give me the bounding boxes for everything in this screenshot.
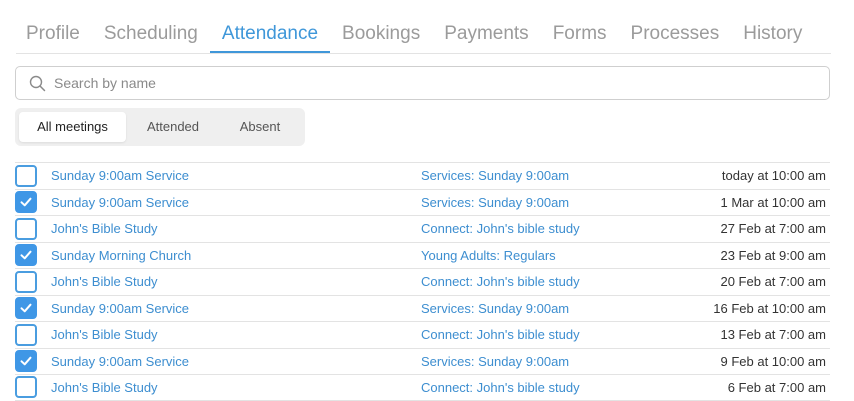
tab-scheduling[interactable]: Scheduling (92, 14, 210, 45)
attendance-checkbox[interactable] (15, 244, 37, 267)
checkmark-icon (20, 250, 32, 260)
search-icon (28, 74, 46, 92)
group-link[interactable]: Services: Sunday 9:00am (421, 195, 686, 210)
attendance-table: Sunday 9:00am Service Services: Sunday 9:… (15, 162, 830, 401)
checkmark-icon (20, 303, 32, 313)
attendance-checkbox[interactable] (15, 191, 37, 214)
group-link[interactable]: Connect: John's bible study (421, 380, 686, 395)
filter-all-meetings[interactable]: All meetings (19, 112, 126, 142)
attendance-filter: All meetings Attended Absent (15, 108, 305, 146)
group-link[interactable]: Services: Sunday 9:00am (421, 168, 686, 183)
group-link[interactable]: Services: Sunday 9:00am (421, 301, 686, 316)
table-row: Sunday 9:00am Service Services: Sunday 9:… (15, 162, 830, 189)
tab-processes[interactable]: Processes (619, 14, 732, 45)
table-row: John's Bible Study Connect: John's bible … (15, 321, 830, 348)
attendance-checkbox[interactable] (15, 164, 37, 187)
meeting-link[interactable]: Sunday 9:00am Service (51, 354, 421, 369)
meeting-link[interactable]: John's Bible Study (51, 327, 421, 342)
meeting-time: 9 Feb at 10:00 am (720, 353, 826, 369)
group-link[interactable]: Connect: John's bible study (421, 221, 686, 236)
attendance-checkbox[interactable] (15, 270, 37, 293)
tab-payments[interactable]: Payments (432, 14, 540, 45)
tab-bar: Profile Scheduling Attendance Bookings P… (16, 14, 831, 54)
tab-history[interactable]: History (731, 14, 814, 45)
attendance-checkbox[interactable] (15, 297, 37, 320)
meeting-link[interactable]: John's Bible Study (51, 380, 421, 395)
checkmark-icon (20, 356, 32, 366)
meeting-time: 23 Feb at 9:00 am (720, 247, 826, 263)
tab-profile[interactable]: Profile (16, 14, 92, 45)
meeting-time: 16 Feb at 10:00 am (713, 300, 826, 316)
meeting-link[interactable]: John's Bible Study (51, 221, 421, 236)
meeting-link[interactable]: Sunday 9:00am Service (51, 195, 421, 210)
meeting-link[interactable]: Sunday 9:00am Service (51, 301, 421, 316)
meeting-link[interactable]: Sunday Morning Church (51, 248, 421, 263)
table-row: John's Bible Study Connect: John's bible … (15, 374, 830, 401)
meeting-time: 13 Feb at 7:00 am (720, 327, 826, 343)
group-link[interactable]: Connect: John's bible study (421, 327, 686, 342)
meeting-time: 20 Feb at 7:00 am (720, 274, 826, 290)
attendance-checkbox[interactable] (15, 376, 37, 399)
attendance-checkbox[interactable] (15, 350, 37, 373)
attendance-checkbox[interactable] (15, 323, 37, 346)
group-link[interactable]: Connect: John's bible study (421, 274, 686, 289)
search-box (15, 66, 830, 100)
meeting-link[interactable]: Sunday 9:00am Service (51, 168, 421, 183)
tab-bookings[interactable]: Bookings (330, 14, 432, 45)
tab-forms[interactable]: Forms (541, 14, 619, 45)
table-row: Sunday Morning Church Young Adults: Regul… (15, 241, 830, 269)
filter-absent[interactable]: Absent (220, 112, 300, 142)
attendance-checkbox[interactable] (15, 217, 37, 240)
table-row: Sunday 9:00am Service Services: Sunday 9:… (15, 188, 830, 216)
meeting-time: 1 Mar at 10:00 am (720, 194, 827, 210)
meeting-link[interactable]: John's Bible Study (51, 274, 421, 289)
search-input[interactable] (54, 69, 829, 97)
group-link[interactable]: Young Adults: Regulars (421, 248, 686, 263)
checkmark-icon (20, 197, 32, 207)
tab-attendance[interactable]: Attendance (209, 14, 331, 53)
table-row: Sunday 9:00am Service Services: Sunday 9:… (15, 294, 830, 322)
table-row: Sunday 9:00am Service Services: Sunday 9:… (15, 347, 830, 375)
meeting-time: 6 Feb at 7:00 am (727, 379, 826, 395)
table-row: John's Bible Study Connect: John's bible … (15, 215, 830, 242)
group-link[interactable]: Services: Sunday 9:00am (421, 354, 686, 369)
meeting-time: today at 10:00 am (721, 168, 826, 184)
table-row: John's Bible Study Connect: John's bible … (15, 268, 830, 295)
filter-attended[interactable]: Attended (126, 112, 220, 142)
meeting-time: 27 Feb at 7:00 am (720, 221, 826, 237)
